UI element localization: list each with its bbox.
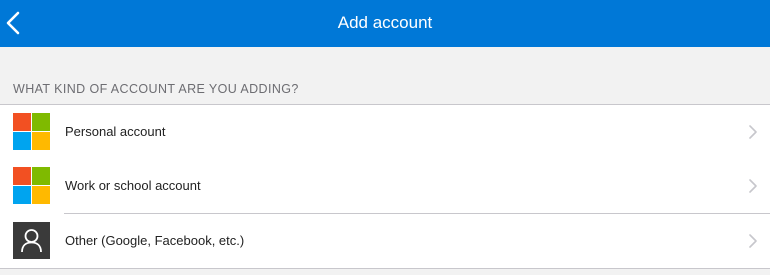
- microsoft-logo-icon: [13, 113, 50, 150]
- chevron-right-icon: [749, 234, 757, 248]
- personal-account-option[interactable]: Personal account: [0, 105, 770, 159]
- chevron-right-icon: [749, 179, 757, 193]
- other-account-label: Other (Google, Facebook, etc.): [65, 233, 245, 248]
- section-header: WHAT KIND OF ACCOUNT ARE YOU ADDING?: [13, 82, 299, 96]
- microsoft-logo-icon: [13, 167, 50, 204]
- work-school-account-label: Work or school account: [65, 178, 201, 193]
- work-school-account-option[interactable]: Work or school account: [0, 159, 770, 214]
- chevron-right-icon: [749, 125, 757, 139]
- account-type-list: Personal account Work or school account …: [0, 104, 770, 269]
- navigation-bar: Add account: [0, 0, 770, 47]
- person-icon: [13, 222, 50, 259]
- other-account-option[interactable]: Other (Google, Facebook, etc.): [0, 214, 770, 268]
- page-title: Add account: [337, 13, 433, 32]
- personal-account-label: Personal account: [65, 124, 166, 139]
